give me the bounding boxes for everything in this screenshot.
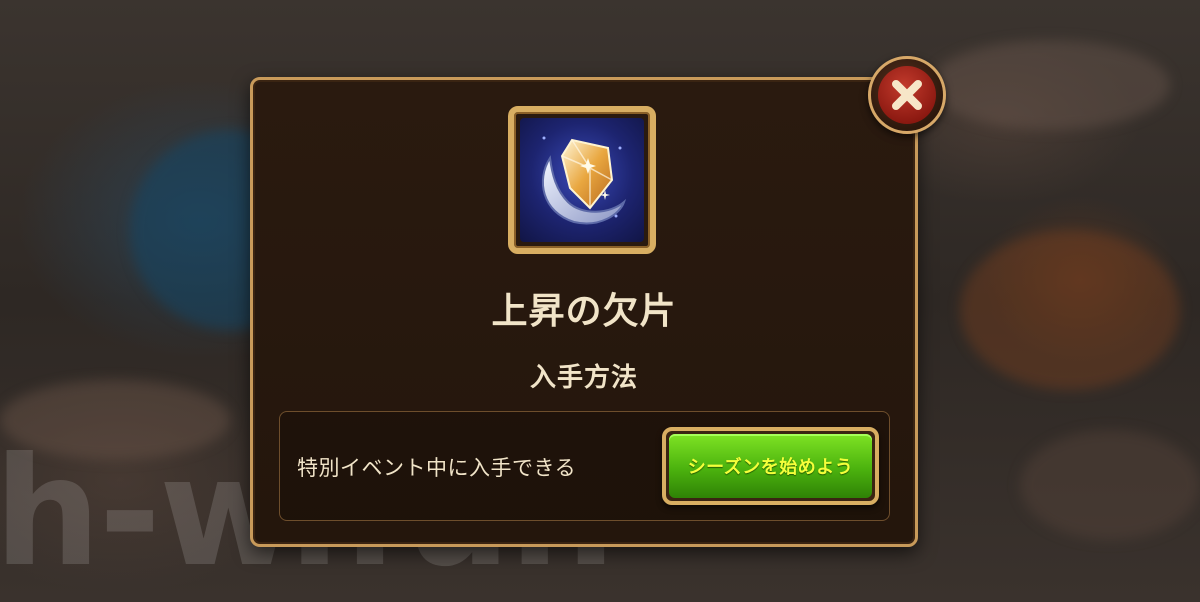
close-x-icon <box>878 66 936 124</box>
start-season-button[interactable]: シーズンを始めよう <box>662 427 879 505</box>
background-blob <box>1020 430 1200 540</box>
item-name: 上昇の欠片 <box>491 291 677 332</box>
acquisition-method-heading: 入手方法 <box>529 363 638 393</box>
start-season-button-label: シーズンを始めよう <box>687 457 854 478</box>
ascension-shard-icon <box>520 118 644 242</box>
background-blob <box>930 40 1170 130</box>
background-blob <box>960 230 1180 390</box>
start-season-button-face: シーズンを始めよう <box>669 434 872 498</box>
close-button[interactable] <box>868 56 946 134</box>
item-icon-frame <box>508 106 656 254</box>
acquisition-source-text: 特別イベント中に入手できる <box>297 456 577 480</box>
